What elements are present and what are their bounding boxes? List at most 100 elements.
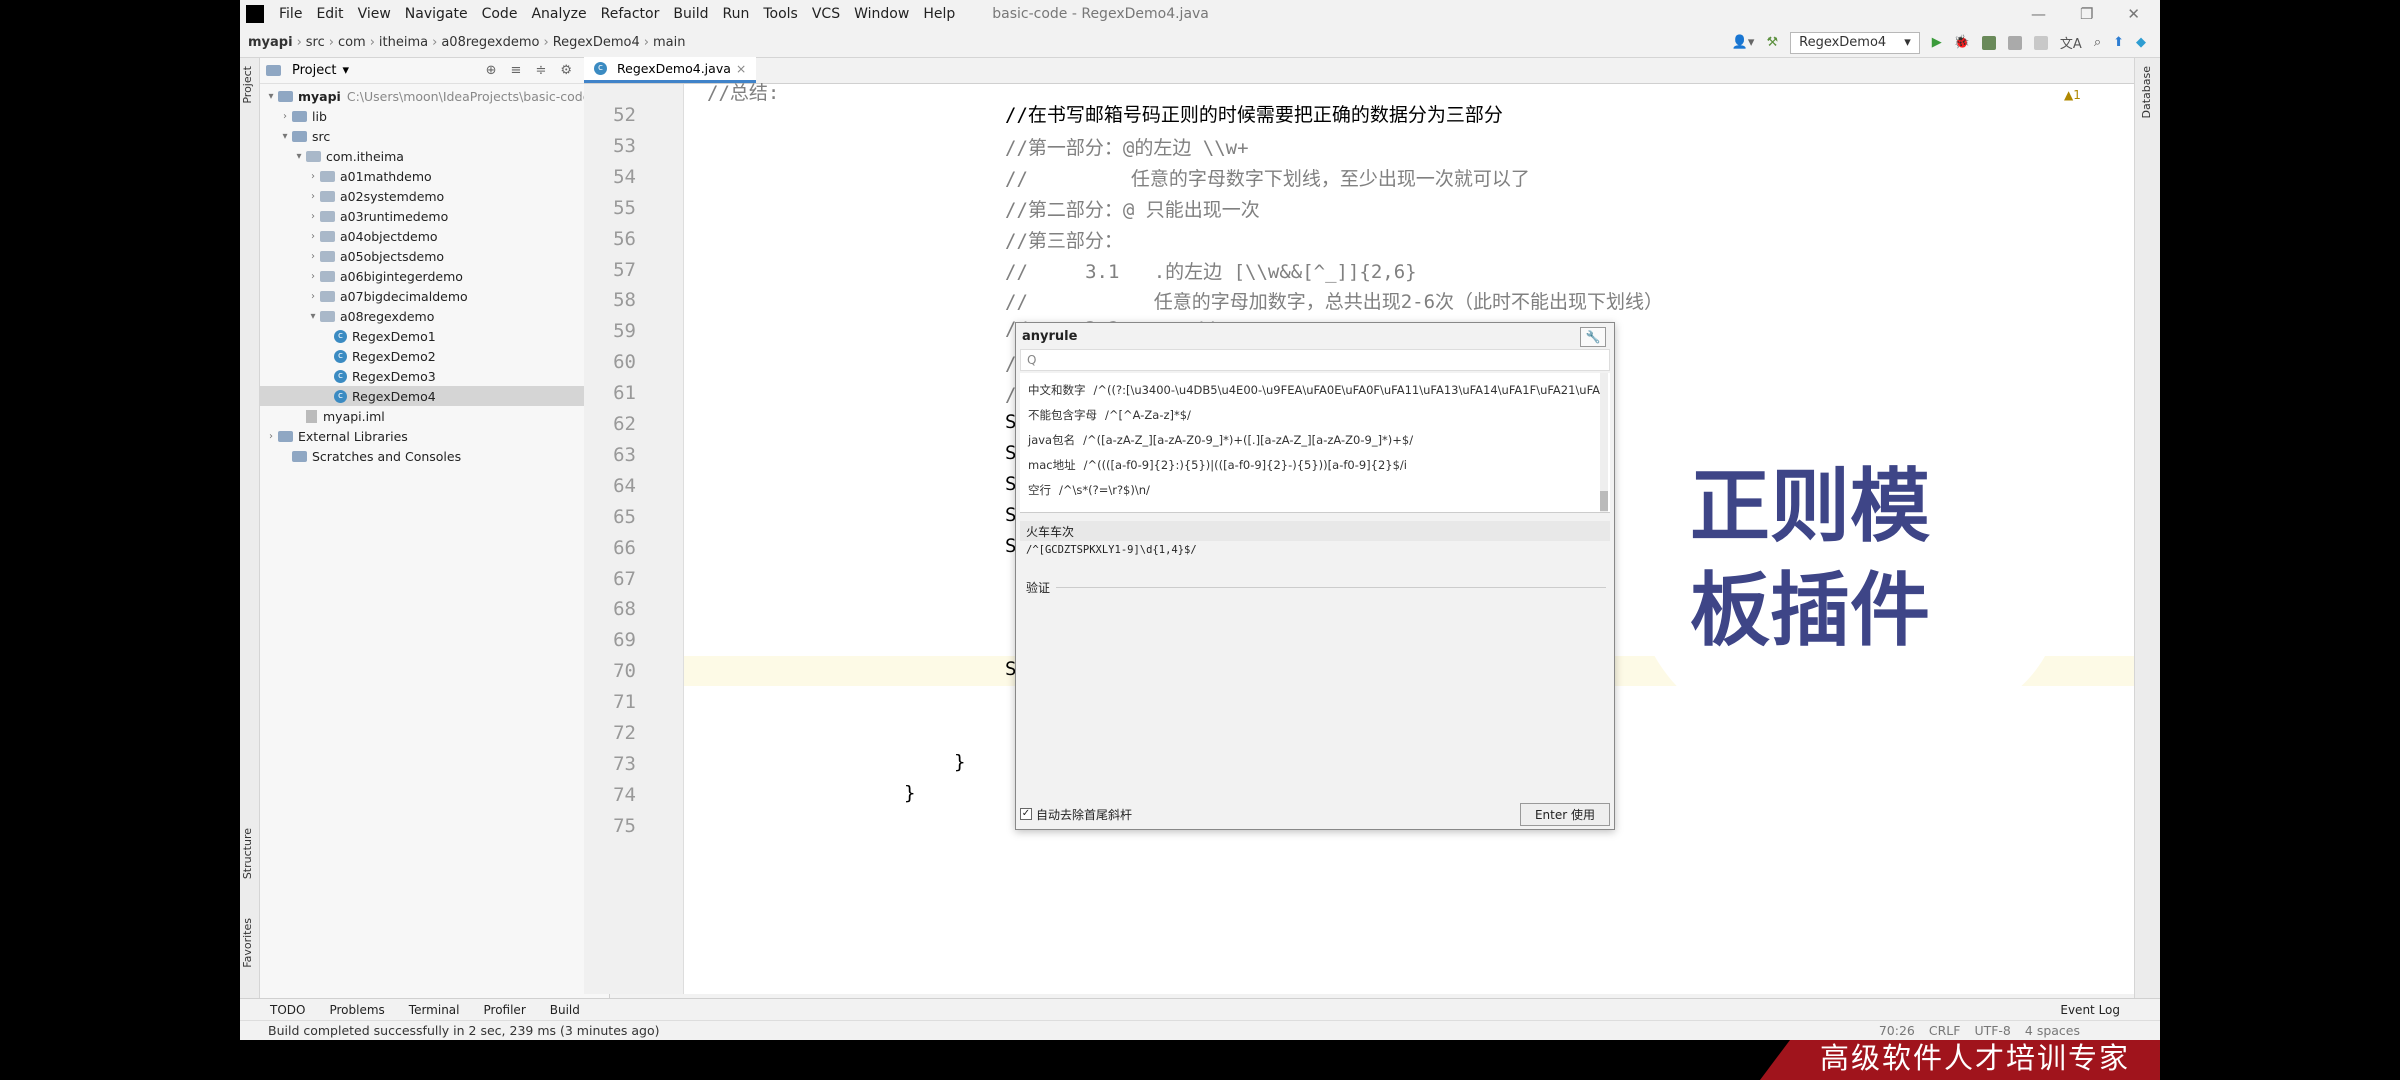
tab-profiler[interactable]: Profiler [484,1003,526,1017]
tab-project[interactable]: Project [241,66,254,104]
tree-item[interactable]: ▾ com.itheima [292,146,403,166]
wrench-icon[interactable]: 🔧 [1580,327,1606,347]
warning-indicator[interactable]: ▲1 [2064,88,2081,102]
banner-text: 高级软件人才培训专家 [1820,1041,2131,1075]
line-number: 63 [613,443,636,466]
tree-item-root[interactable]: ▾ myapi C:\Users\moon\IdeaProjects\basic-… [264,86,594,106]
breadcrumb-item[interactable]: com [334,35,370,50]
rule-item[interactable]: mac地址/^((([a-f0-9]{2}:){5})|(([a-f0-9]{2… [1028,454,1407,476]
tree-item[interactable]: ▾ src [278,126,330,146]
tab-favorites[interactable]: Favorites [241,918,254,968]
line-number: 72 [613,722,636,744]
menu-run[interactable]: Run [716,6,757,22]
search-icon[interactable]: ⌕ [2094,35,2101,50]
tab-build[interactable]: Build [550,1003,580,1017]
chevron-down-icon[interactable]: ▾ [342,63,349,78]
menu-view[interactable]: View [351,6,398,22]
left-tool-strip: Project Structure Favorites [240,58,260,998]
code-line: // 3.1 .的左边 [\\w&&[^_]]{2,6} [1005,260,1417,283]
profile-icon[interactable] [2007,35,2022,50]
menu-window[interactable]: Window [847,6,916,22]
rule-item[interactable]: 中文和数字/^((?:[\u3400-\u4DB5\u4E00-\u9FEA\u… [1028,379,1600,401]
coverage-icon[interactable] [1981,35,1996,50]
user-icon[interactable]: 👤▾ [1732,35,1755,50]
rule-item[interactable]: 不能包含字母/^[^A-Za-z]*$/ [1028,404,1191,426]
tree-item[interactable]: › External Libraries [264,426,408,446]
menu-bar: File Edit View Navigate Code Analyze Ref… [240,0,2160,28]
indent-setting[interactable]: 4 spaces [2025,1023,2080,1038]
line-separator[interactable]: CRLF [1929,1023,1961,1038]
close-icon[interactable]: ✕ [2127,5,2140,23]
expand-all-icon[interactable]: ≡ [511,63,522,78]
menu-code[interactable]: Code [475,6,525,22]
tree-item[interactable]: › a03runtimedemo [306,206,448,226]
run-config-dropdown[interactable]: RegexDemo4 ▾ [1790,31,1920,54]
tree-item[interactable]: › a04objectdemo [306,226,438,246]
tab-event-log[interactable]: Event Log [2060,1003,2160,1017]
file-encoding[interactable]: UTF-8 [1974,1023,2010,1038]
strip-slash-checkbox[interactable]: ✓ [1020,808,1032,820]
tree-item[interactable]: c RegexDemo3 [334,366,436,386]
tree-item[interactable]: c RegexDemo1 [334,326,436,346]
code-line: //在书写邮箱号码正则的时候需要把正确的数据分为三部分 [1005,104,1503,126]
tree-item[interactable]: Scratches and Consoles [278,446,461,466]
use-button[interactable]: Enter 使用 [1519,802,1610,826]
collapse-all-icon[interactable]: ≑ [535,63,546,78]
tree-item[interactable]: › a01mathdemo [306,166,432,186]
menu-tools[interactable]: Tools [756,6,805,22]
tree-item-selected[interactable]: c RegexDemo4 [260,386,609,406]
breadcrumb-item[interactable]: RegexDemo4 [549,35,644,50]
tree-item[interactable]: ▾ a08regexdemo [306,306,434,326]
rule-item[interactable]: java包名/^([a-zA-Z_][a-zA-Z0-9_]*)+([.][a-… [1028,429,1413,451]
stop-icon[interactable] [2033,35,2048,50]
menu-edit[interactable]: Edit [309,6,350,22]
intellij-logo-icon [246,5,264,23]
close-icon[interactable]: × [736,61,746,76]
menu-file[interactable]: File [272,6,309,22]
tree-item[interactable]: › a07bigdecimaldemo [306,286,468,306]
rule-item[interactable]: 空行/^\s*(?=\r?$)\n/ [1028,479,1150,501]
breadcrumb-item[interactable]: main [649,35,689,50]
menu-vcs[interactable]: VCS [805,6,847,22]
line-number-gutter: 52 53 54 55 56 57 58 59 60 61 62 63 64 65 66 67 68 69 70 71… [584,84,684,994]
rule-list-scrollbar[interactable] [1600,373,1608,512]
rule-search-input[interactable]: Q [1020,349,1610,371]
caret-position[interactable]: 70:26 [1879,1023,1915,1038]
hammer-icon[interactable]: ⚒ [1766,35,1778,50]
restore-icon[interactable]: ❐ [2080,5,2093,23]
breadcrumb-item[interactable]: a08regexdemo [437,35,543,50]
tab-problems[interactable]: Problems [329,1003,384,1017]
breadcrumb-item[interactable]: itheima [375,35,432,50]
locate-icon[interactable]: ⊕ [486,63,497,78]
menu-navigate[interactable]: Navigate [398,6,475,22]
update-icon[interactable]: ⬆ [2113,35,2124,50]
code-line: } [904,781,916,804]
tree-item[interactable]: › lib [278,106,327,126]
line-number: 70 [613,660,636,683]
tab-todo[interactable]: TODO [270,1003,305,1017]
tree-item[interactable]: › a05objectsdemo [306,246,444,266]
tab-database[interactable]: Database [2140,66,2153,119]
breadcrumb-item[interactable]: myapi [240,35,297,50]
debug-icon[interactable]: 🐞 [1954,35,1970,50]
tree-item[interactable]: › a06bigintegerdemo [306,266,463,286]
tree-item[interactable]: › a02systemdemo [306,186,444,206]
gear-icon[interactable]: ⚙ [560,63,572,78]
tab-structure[interactable]: Structure [241,828,254,879]
run-icon[interactable]: ▶ [1932,35,1942,50]
menu-analyze[interactable]: Analyze [524,6,593,22]
menu-refactor[interactable]: Refactor [594,6,667,22]
translate-icon[interactable]: 文A [2060,33,2082,52]
rule-list[interactable]: 中文和数字/^((?:[\u3400-\u4DB5\u4E00-\u9FEA\u… [1020,373,1610,513]
line-number: 56 [613,227,636,250]
minimize-icon[interactable]: — [2031,5,2046,23]
run-config-label: RegexDemo4 [1799,35,1887,50]
project-panel-title[interactable]: Project [292,63,336,78]
tree-item[interactable]: c RegexDemo2 [334,346,436,366]
plugin-icon[interactable]: ◆ [2136,35,2146,50]
breadcrumb-item[interactable]: src [302,35,329,50]
menu-build[interactable]: Build [666,6,715,22]
menu-help[interactable]: Help [916,6,962,22]
tab-terminal[interactable]: Terminal [409,1003,460,1017]
tree-item[interactable]: myapi.iml [306,406,385,426]
